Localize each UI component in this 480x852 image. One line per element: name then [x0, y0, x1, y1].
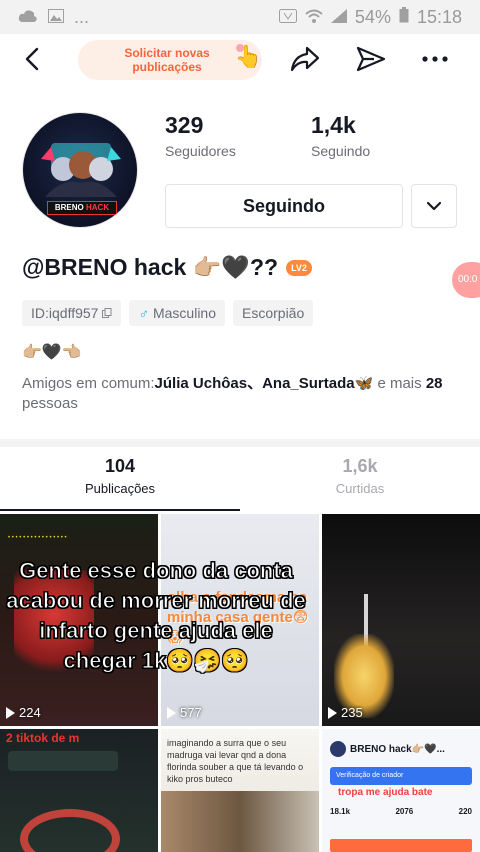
- video-thumbnail[interactable]: 235: [322, 514, 480, 726]
- back-button[interactable]: [18, 44, 46, 74]
- view-count: 224: [6, 705, 41, 720]
- male-icon: ♂: [138, 305, 149, 321]
- clock: 15:18: [416, 6, 462, 27]
- profile-bio: 👉🏼🖤👈🏼: [22, 344, 82, 361]
- nfc-icon: [278, 7, 297, 28]
- status-more-dots: ...: [74, 6, 90, 27]
- thumbnail-overlay-text: tropa me ajuda bate: [338, 787, 433, 798]
- video-caption-overlay: Gente esse dono da conta acabou de morre…: [6, 558, 307, 674]
- send-button[interactable]: [352, 40, 390, 78]
- battery-percent: 54%: [354, 6, 391, 27]
- more-horizontal-icon: [422, 56, 448, 62]
- thumbnail-photo: [161, 791, 319, 852]
- avatar-tag-name: BRENO: [54, 203, 84, 212]
- thumbnail-fine-text: • • • • • • • • • • • • • • • •: [8, 535, 67, 541]
- mutual-prefix: Amigos em comum:: [22, 375, 155, 392]
- likes-label: Curtidas: [335, 481, 385, 496]
- thumbnail-stat: 220: [458, 807, 472, 816]
- video-thumbnail[interactable]: 2 tiktok de m: [0, 729, 158, 852]
- following-stat[interactable]: 1,4k Seguindo: [311, 112, 370, 159]
- thumbnail-verify-banner: Verificação de criador: [330, 767, 472, 785]
- more-options-button[interactable]: [416, 40, 454, 78]
- thumbnail-profile-header: BRENO hack👉🏼🖤...: [330, 739, 470, 759]
- send-icon: [356, 46, 386, 72]
- mutual-count: 28: [425, 375, 443, 392]
- thumbnail-stats: 18.1k 2076 220: [330, 807, 472, 816]
- share-arrow-icon: [290, 46, 320, 72]
- suggestions-toggle-button[interactable]: [411, 184, 457, 228]
- status-bar: ... 54% 15:18: [0, 0, 480, 34]
- wifi-icon: [305, 7, 323, 28]
- section-divider: [0, 439, 480, 447]
- posts-label: Publicações: [84, 481, 156, 496]
- likes-count: 1,6k: [342, 456, 378, 476]
- active-tab-indicator: [0, 509, 240, 511]
- thumbnail-profile-name: BRENO hack👉🏼🖤...: [350, 743, 445, 755]
- request-new-posts-label: Solicitar novas publicações: [124, 46, 210, 74]
- share-button[interactable]: [286, 40, 324, 78]
- zodiac-text: Escorpião: [242, 305, 305, 321]
- avatar-name-tag: BRENO HACK: [47, 201, 117, 215]
- video-thumbnail[interactable]: imaginando a surra que o seu madruga vai…: [161, 729, 319, 852]
- play-icon: [328, 706, 337, 719]
- thumbnail-stat: 18.1k: [330, 807, 351, 816]
- mutual-names: Júlia Uchôas、Ana_Surtada🦋: [154, 375, 374, 392]
- request-new-posts-button[interactable]: Solicitar novas publicações 👆: [78, 40, 262, 80]
- thumbnail-bottom-bar: [330, 839, 472, 852]
- mutual-suffix: e mais: [373, 375, 426, 392]
- thumbnail-overlay-text: imaginando a surra que o seu madruga vai…: [167, 738, 304, 784]
- top-nav: Solicitar novas publicações 👆: [0, 34, 480, 84]
- mutual-friends[interactable]: Amigos em comum:Júlia Uchôas、Ana_Surtada…: [22, 374, 462, 414]
- avatar-tag-accent: HACK: [86, 203, 110, 212]
- pointing-hand-icon: 👆: [234, 44, 262, 69]
- cloud-icon: [18, 7, 38, 28]
- avatar-artwork: [41, 143, 121, 197]
- gender-text: Masculino: [152, 305, 216, 321]
- thumbnail-avatar: [330, 741, 346, 757]
- battery-icon: [399, 6, 409, 28]
- gender-chip: ♂ Masculino: [129, 300, 225, 326]
- zodiac-chip: Escorpião: [233, 300, 314, 326]
- view-count: 235: [328, 705, 363, 720]
- following-count: 1,4k: [311, 112, 356, 138]
- level-badge[interactable]: LV2: [286, 259, 312, 276]
- avatar[interactable]: BRENO HACK: [22, 112, 138, 228]
- chevron-left-icon: [25, 47, 39, 71]
- thumbnail-stat: 2076: [395, 807, 414, 816]
- chevron-down-icon: [426, 201, 442, 211]
- gallery-icon: [48, 7, 64, 28]
- profile-handle: @BRENO hack 👉🏼🖤?? LV2: [22, 254, 312, 281]
- play-icon: [6, 706, 15, 719]
- thumbnail-ring: [20, 809, 120, 852]
- view-count-text: 577: [180, 705, 202, 720]
- following-button[interactable]: Seguindo: [165, 184, 403, 228]
- followers-stat[interactable]: 329 Seguidores: [165, 112, 236, 159]
- view-count-text: 224: [19, 705, 41, 720]
- profile-info-chips: ID:iqdff957 ♂ Masculino Escorpião: [22, 300, 314, 326]
- profile-handle-text: @BRENO hack 👉🏼🖤??: [22, 254, 279, 280]
- play-icon: [167, 706, 176, 719]
- thumbnail-overlay-text: 2 tiktok de m: [6, 731, 80, 745]
- thumbnail-shape: [8, 751, 118, 771]
- user-id-chip[interactable]: ID:iqdff957: [22, 300, 122, 326]
- tab-posts[interactable]: 104 Publicações: [0, 456, 240, 496]
- mutual-end: pessoas: [22, 395, 78, 412]
- tab-likes[interactable]: 1,6k Curtidas: [240, 456, 480, 496]
- floating-live-bubble[interactable]: 00:0: [452, 262, 480, 298]
- user-id-text: ID:iqdff957: [31, 305, 99, 321]
- view-count: 577: [167, 705, 202, 720]
- video-thumbnail[interactable]: BRENO hack👉🏼🖤... Verificação de criador …: [322, 729, 480, 852]
- followers-label: Seguidores: [165, 143, 236, 159]
- view-count-text: 235: [341, 705, 363, 720]
- profile-tabs: 104 Publicações 1,6k Curtidas: [0, 456, 480, 512]
- signal-icon: [330, 7, 347, 28]
- following-label: Seguindo: [311, 143, 371, 159]
- posts-count: 104: [104, 456, 136, 476]
- copy-icon: [102, 308, 112, 318]
- followers-count: 329: [165, 112, 204, 138]
